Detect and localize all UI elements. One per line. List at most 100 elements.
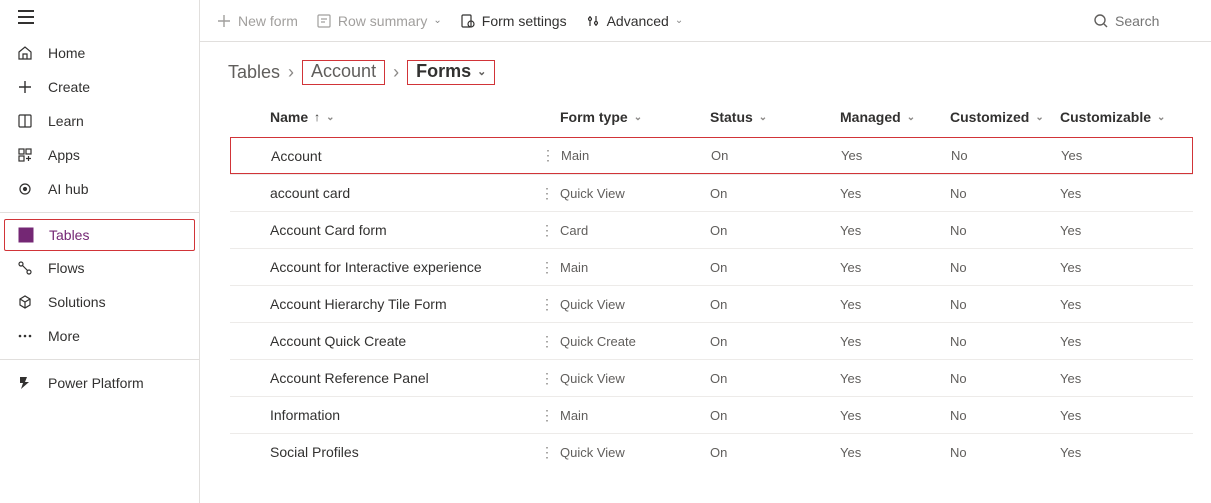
cell-customized: No [950, 334, 1060, 349]
cell-status: On [710, 297, 840, 312]
sidebar-item-label: Power Platform [48, 375, 144, 391]
cell-customizable: Yes [1060, 297, 1160, 312]
cell-form-type: Card [560, 223, 710, 238]
breadcrumb-current-label: Forms [416, 61, 471, 82]
cell-customizable: Yes [1060, 334, 1160, 349]
column-managed[interactable]: Managed⌄ [840, 109, 950, 125]
sidebar-item-label: Tables [49, 227, 89, 243]
sidebar-item-apps[interactable]: Apps [0, 138, 199, 172]
table-row[interactable]: Account⋮MainOnYesNoYes [230, 137, 1193, 174]
row-summary-icon [316, 13, 332, 29]
cell-managed: Yes [841, 148, 951, 163]
sidebar-item-label: Apps [48, 147, 80, 163]
cell-customizable: Yes [1060, 445, 1160, 460]
button-label: Row summary [338, 13, 427, 29]
search-box[interactable] [1093, 13, 1195, 29]
cell-status: On [711, 148, 841, 163]
search-input[interactable] [1115, 13, 1195, 29]
cell-managed: Yes [840, 297, 950, 312]
table-row[interactable]: Account Card form⋮CardOnYesNoYes [230, 211, 1193, 248]
table-row[interactable]: Social Profiles⋮Quick ViewOnYesNoYes [230, 433, 1193, 470]
cell-managed: Yes [840, 334, 950, 349]
chevron-right-icon: › [288, 62, 294, 83]
breadcrumb-current[interactable]: Forms ⌄ [407, 60, 495, 85]
advanced-button[interactable]: Advanced ⌄ [585, 13, 684, 29]
row-more-button[interactable]: ⋮ [541, 147, 561, 164]
column-name[interactable]: Name↑⌄ [270, 109, 540, 125]
cell-status: On [710, 186, 840, 201]
new-form-button: New form [216, 13, 298, 29]
button-label: Advanced [607, 13, 669, 29]
column-form-type[interactable]: Form type ⌄ [560, 109, 710, 125]
sidebar-item-learn[interactable]: Learn [0, 104, 199, 138]
row-more-button[interactable]: ⋮ [540, 407, 560, 424]
cell-customized: No [950, 223, 1060, 238]
column-customized[interactable]: Customized⌄ [950, 109, 1060, 125]
column-label: Form type [560, 109, 628, 125]
breadcrumb-root[interactable]: Tables [228, 62, 280, 83]
sidebar-item-label: Home [48, 45, 85, 61]
ai-icon [16, 181, 34, 197]
sidebar-item-powerplatform[interactable]: Power Platform [0, 366, 199, 400]
row-more-button[interactable]: ⋮ [540, 222, 560, 239]
cell-managed: Yes [840, 223, 950, 238]
cell-name: Account [271, 148, 541, 164]
cell-form-type: Quick View [560, 297, 710, 312]
sidebar-item-create[interactable]: Create [0, 70, 199, 104]
sidebar-item-more[interactable]: More [0, 319, 199, 353]
divider [0, 212, 199, 213]
column-label: Customized [950, 109, 1029, 125]
row-more-button[interactable]: ⋮ [540, 259, 560, 276]
row-summary-button: Row summary ⌄ [316, 13, 442, 29]
cell-customized: No [951, 148, 1061, 163]
column-status[interactable]: Status⌄ [710, 109, 840, 125]
book-icon [16, 113, 34, 129]
row-more-button[interactable]: ⋮ [540, 296, 560, 313]
sidebar-item-label: Flows [48, 260, 85, 276]
flows-icon [16, 260, 34, 276]
table-row[interactable]: account card⋮Quick ViewOnYesNoYes [230, 174, 1193, 211]
table-row[interactable]: Account for Interactive experience⋮MainO… [230, 248, 1193, 285]
cell-customized: No [950, 186, 1060, 201]
form-settings-button[interactable]: Form settings [460, 13, 567, 29]
cell-customizable: Yes [1060, 186, 1160, 201]
row-more-button[interactable]: ⋮ [540, 444, 560, 461]
cell-managed: Yes [840, 408, 950, 423]
cell-status: On [710, 371, 840, 386]
sidebar-item-label: AI hub [48, 181, 88, 197]
sidebar-item-aihub[interactable]: AI hub [0, 172, 199, 206]
sidebar-item-flows[interactable]: Flows [0, 251, 199, 285]
sidebar-item-label: Learn [48, 113, 84, 129]
more-icon [16, 328, 34, 344]
home-icon [16, 45, 34, 61]
hamburger-icon[interactable] [18, 10, 34, 24]
row-more-button[interactable]: ⋮ [540, 370, 560, 387]
cell-customizable: Yes [1060, 371, 1160, 386]
cell-form-type: Main [560, 260, 710, 275]
cell-customizable: Yes [1060, 408, 1160, 423]
column-label: Managed [840, 109, 901, 125]
sidebar: Home Create Learn Apps AI hub Tables [0, 0, 200, 503]
breadcrumb-account[interactable]: Account [302, 60, 385, 85]
cell-name: account card [270, 185, 540, 201]
button-label: New form [238, 13, 298, 29]
chevron-down-icon: ⌄ [634, 112, 642, 123]
cell-form-type: Quick Create [560, 334, 710, 349]
table-row[interactable]: Information⋮MainOnYesNoYes [230, 396, 1193, 433]
breadcrumb: Tables › Account › Forms ⌄ [200, 42, 1211, 91]
sidebar-item-solutions[interactable]: Solutions [0, 285, 199, 319]
table-row[interactable]: Account Reference Panel⋮Quick ViewOnYesN… [230, 359, 1193, 396]
table-row[interactable]: Account Quick Create⋮Quick CreateOnYesNo… [230, 322, 1193, 359]
cell-customized: No [950, 408, 1060, 423]
table-row[interactable]: Account Hierarchy Tile Form⋮Quick ViewOn… [230, 285, 1193, 322]
apps-icon [16, 147, 34, 163]
sidebar-item-home[interactable]: Home [0, 36, 199, 70]
sidebar-item-tables[interactable]: Tables [4, 219, 195, 251]
row-more-button[interactable]: ⋮ [540, 185, 560, 202]
sidebar-item-label: Solutions [48, 294, 106, 310]
cell-name: Account Card form [270, 222, 540, 238]
solutions-icon [16, 294, 34, 310]
column-customizable[interactable]: Customizable⌄ [1060, 109, 1160, 125]
row-more-button[interactable]: ⋮ [540, 333, 560, 350]
cell-name: Account Hierarchy Tile Form [270, 296, 540, 312]
